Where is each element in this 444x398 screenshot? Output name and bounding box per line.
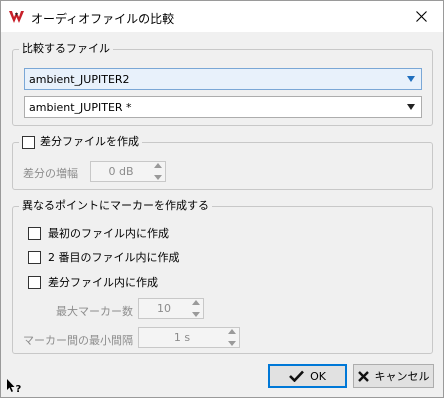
close-icon (415, 11, 427, 22)
cancel-button[interactable]: キャンセル (353, 364, 434, 388)
min-interval-spinbox[interactable]: 1 s (138, 327, 240, 348)
min-interval-label: マーカー間の最小間隔 (23, 334, 133, 347)
files-group: 比較するファイル ambient_JUPITER2 ambient_JUPITE… (12, 42, 433, 126)
min-interval-value: 1 s (173, 331, 191, 344)
compare-audio-dialog: オーディオファイルの比較 比較するファイル ambient_JUPITER2 a… (0, 0, 444, 398)
markers-group-legend: 異なるポイントにマーカーを作成する (19, 199, 212, 213)
marker-option-diff-file[interactable]: 差分ファイル内に作成 (28, 274, 158, 290)
second-file-label: 2 番目のファイル内に作成 (48, 251, 180, 264)
file2-select[interactable]: ambient_JUPITER * (24, 96, 422, 118)
cancel-label: キャンセル (374, 370, 430, 383)
spin-up-icon[interactable] (228, 329, 236, 334)
max-markers-value: 10 (157, 302, 171, 315)
x-icon (357, 370, 369, 382)
diff-gain-value: 0 dB (108, 165, 134, 178)
file2-value: ambient_JUPITER * (29, 100, 132, 114)
checkmark-icon (289, 370, 305, 382)
title-bar: オーディオファイルの比較 (1, 1, 443, 32)
chevron-down-icon (407, 104, 415, 110)
spin-down-icon[interactable] (228, 341, 236, 346)
diff-group-legend: 差分ファイルを作成 (19, 135, 142, 149)
diff-group: 差分ファイルを作成 差分の増幅 0 dB (12, 135, 433, 190)
max-markers-spinbox[interactable]: 10 (138, 298, 204, 319)
spin-up-icon[interactable] (154, 163, 162, 168)
diff-file-label: 差分ファイル内に作成 (48, 276, 158, 289)
spin-down-icon[interactable] (192, 312, 200, 317)
file1-select[interactable]: ambient_JUPITER2 (24, 68, 422, 90)
window-title: オーディオファイルの比較 (31, 12, 175, 26)
create-diff-label: 差分ファイルを作成 (40, 135, 139, 148)
files-group-legend: 比較するファイル (19, 42, 113, 56)
first-file-label: 最初のファイル内に作成 (48, 227, 169, 240)
spin-down-icon[interactable] (154, 175, 162, 180)
file1-value: ambient_JUPITER2 (29, 72, 130, 86)
second-file-checkbox[interactable] (28, 250, 41, 264)
close-button[interactable] (399, 1, 443, 32)
markers-group: 異なるポイントにマーカーを作成する 最初のファイル内に作成 2 番目のファイル内… (12, 199, 433, 354)
first-file-checkbox[interactable] (28, 226, 41, 240)
diff-gain-label: 差分の増幅 (23, 167, 78, 180)
app-logo-icon (9, 11, 24, 23)
marker-option-second-file[interactable]: 2 番目のファイル内に作成 (28, 249, 180, 265)
ok-label: OK (310, 369, 326, 383)
max-markers-label: 最大マーカー数 (56, 305, 133, 318)
help-cursor-icon[interactable]: ? (6, 378, 24, 394)
chevron-down-icon (407, 76, 415, 82)
diff-file-checkbox[interactable] (28, 275, 41, 289)
ok-button[interactable]: OK (268, 364, 347, 388)
marker-option-first-file[interactable]: 最初のファイル内に作成 (28, 225, 169, 241)
svg-text:?: ? (16, 384, 22, 394)
spin-up-icon[interactable] (192, 300, 200, 305)
create-diff-checkbox[interactable] (22, 135, 35, 149)
diff-gain-spinbox[interactable]: 0 dB (90, 161, 166, 182)
